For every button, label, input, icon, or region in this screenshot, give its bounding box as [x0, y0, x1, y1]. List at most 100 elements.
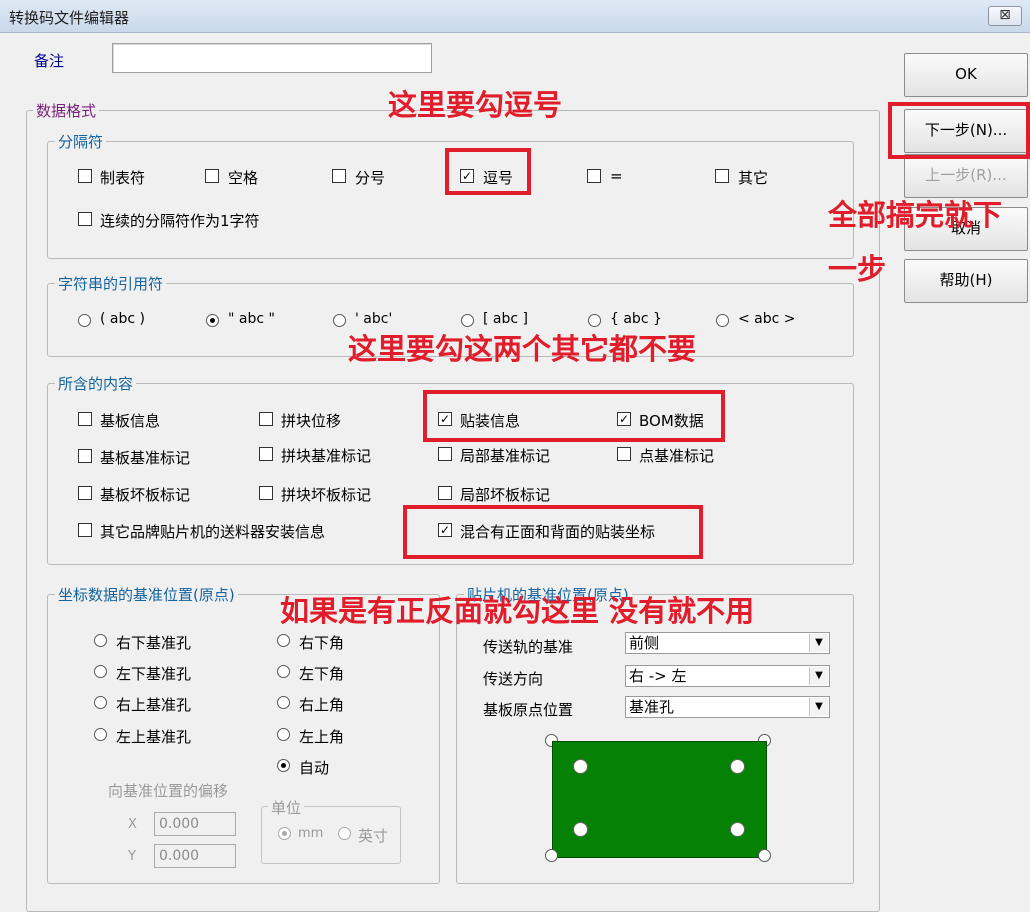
- origin-right-top-corner-radio[interactable]: [277, 696, 290, 709]
- quote-angle-label: < abc >: [738, 311, 796, 327]
- origin-right-top-corner-label: 右上角: [299, 696, 345, 714]
- conveyor-ref-label: 传送轨的基准: [483, 638, 574, 656]
- block-badmark-label: 拼块坏板标记: [281, 486, 372, 504]
- semicolon-label: 分号: [355, 169, 386, 187]
- space-label: 空格: [228, 169, 259, 187]
- highlight-mixed-sides: [403, 505, 703, 559]
- offset-y-label: Y: [128, 849, 136, 864]
- highlight-comma: [445, 148, 531, 195]
- origin-left-bottom-hole-radio[interactable]: [94, 665, 107, 678]
- board-hole-top-right[interactable]: [730, 759, 745, 774]
- board-info-label: 基板信息: [100, 412, 161, 430]
- title-bar: 转换码文件编辑器 ⊠: [0, 0, 1030, 33]
- origin-left-bottom-hole-label: 左下基准孔: [116, 665, 192, 683]
- origin-right-bottom-corner-label: 右下角: [299, 634, 345, 652]
- semicolon-checkbox[interactable]: [332, 169, 346, 183]
- offset-y-input[interactable]: 0.000: [154, 844, 236, 868]
- quote-brace-label: { abc }: [610, 311, 662, 327]
- origin-right-bottom-hole-radio[interactable]: [94, 634, 107, 647]
- offset-x-input[interactable]: 0.000: [154, 812, 236, 836]
- origin-right-bottom-hole-label: 右下基准孔: [116, 634, 192, 652]
- local-fiducial-checkbox[interactable]: [438, 447, 452, 461]
- origin-left-top-hole-radio[interactable]: [94, 728, 107, 741]
- help-button[interactable]: 帮助(H): [904, 259, 1028, 303]
- board-hole-bottom-left[interactable]: [573, 822, 588, 837]
- local-fiducial-label: 局部基准标记: [460, 447, 551, 465]
- block-offset-label: 拼块位移: [281, 412, 342, 430]
- feeder-info-checkbox[interactable]: [78, 523, 92, 537]
- board-origin-select[interactable]: 基准孔 ▼: [625, 696, 830, 718]
- tab-checkbox[interactable]: [78, 169, 92, 183]
- board-badmark-label: 基板坏板标记: [100, 486, 191, 504]
- annotation-comma: 这里要勾逗号: [388, 88, 563, 122]
- ok-button[interactable]: OK: [904, 53, 1028, 97]
- continuous-checkbox[interactable]: [78, 212, 92, 226]
- origin-auto-radio[interactable]: [277, 759, 290, 772]
- space-checkbox[interactable]: [205, 169, 219, 183]
- point-fiducial-checkbox[interactable]: [617, 447, 631, 461]
- block-fiducial-label: 拼块基准标记: [281, 447, 372, 465]
- origin-right-top-hole-radio[interactable]: [94, 696, 107, 709]
- quote-double-radio[interactable]: [206, 314, 219, 327]
- block-offset-checkbox[interactable]: [259, 412, 273, 426]
- feeder-info-label: 其它品牌贴片机的送料器安装信息: [100, 523, 326, 541]
- origin-left-top-corner-radio[interactable]: [277, 728, 290, 741]
- quote-title: 字符串的引用符: [55, 273, 167, 294]
- other-separator-label: 其它: [738, 169, 769, 187]
- origin-left-bottom-corner-label: 左下角: [299, 665, 345, 683]
- note-label: 备注: [34, 52, 65, 70]
- highlight-placement-bom: [423, 390, 725, 442]
- quote-bracket-label: [ abc ]: [483, 311, 528, 327]
- origin-left-bottom-corner-radio[interactable]: [277, 665, 290, 678]
- conveyor-ref-value: 前侧: [629, 634, 660, 652]
- quote-single-radio[interactable]: [333, 314, 346, 327]
- board-corner-bottom-left[interactable]: [545, 849, 558, 862]
- direction-value: 右 -> 左: [629, 667, 687, 685]
- conveyor-ref-select[interactable]: 前侧 ▼: [625, 632, 830, 654]
- board-corner-bottom-right[interactable]: [758, 849, 771, 862]
- continuous-label: 连续的分隔符作为1字符: [100, 212, 260, 230]
- origin-left-top-hole-label: 左上基准孔: [116, 728, 192, 746]
- highlight-next-button: [888, 102, 1030, 159]
- annotation-next-line1: 全部搞完就下: [828, 198, 1003, 232]
- offset-title: 向基准位置的偏移: [108, 782, 229, 800]
- chevron-down-icon: ▼: [809, 634, 828, 652]
- board-info-checkbox[interactable]: [78, 412, 92, 426]
- unit-inch-radio[interactable]: [338, 827, 351, 840]
- board-origin-label: 基板原点位置: [483, 701, 574, 719]
- offset-x-label: X: [128, 817, 137, 832]
- board-badmark-checkbox[interactable]: [78, 486, 92, 500]
- other-separator-checkbox[interactable]: [715, 169, 729, 183]
- point-fiducial-label: 点基准标记: [639, 447, 715, 465]
- local-badmark-checkbox[interactable]: [438, 486, 452, 500]
- quote-paren-radio[interactable]: [78, 314, 91, 327]
- origin-title: 坐标数据的基准位置(原点): [55, 584, 238, 605]
- origin-right-top-hole-label: 右上基准孔: [116, 696, 192, 714]
- direction-label: 传送方向: [483, 670, 544, 688]
- quote-single-label: ' abc': [355, 311, 393, 327]
- board-hole-top-left[interactable]: [573, 759, 588, 774]
- block-badmark-checkbox[interactable]: [259, 486, 273, 500]
- tab-label: 制表符: [100, 169, 146, 187]
- chevron-down-icon: ▼: [809, 698, 828, 716]
- equals-checkbox[interactable]: [587, 169, 601, 183]
- data-format-title: 数据格式: [33, 100, 100, 121]
- annotation-mixed: 如果是有正反面就勾这里 没有就不用: [280, 594, 755, 628]
- annotation-contents: 这里要勾这两个其它都不要: [348, 332, 697, 366]
- close-button[interactable]: ⊠: [988, 6, 1022, 26]
- board-hole-bottom-right[interactable]: [730, 822, 745, 837]
- quote-angle-radio[interactable]: [716, 314, 729, 327]
- note-input[interactable]: [112, 43, 432, 73]
- direction-select[interactable]: 右 -> 左 ▼: [625, 665, 830, 687]
- board-fiducial-label: 基板基准标记: [100, 449, 191, 467]
- board-fiducial-checkbox[interactable]: [78, 449, 92, 463]
- quote-paren-label: ( abc ): [100, 311, 145, 327]
- unit-title: 单位: [268, 797, 305, 818]
- equals-label: =: [610, 167, 623, 185]
- block-fiducial-checkbox[interactable]: [259, 447, 273, 461]
- chevron-down-icon: ▼: [809, 667, 828, 685]
- origin-auto-label: 自动: [299, 759, 330, 777]
- unit-mm-radio[interactable]: [278, 827, 291, 840]
- quote-double-label: " abc ": [228, 311, 275, 327]
- origin-right-bottom-corner-radio[interactable]: [277, 634, 290, 647]
